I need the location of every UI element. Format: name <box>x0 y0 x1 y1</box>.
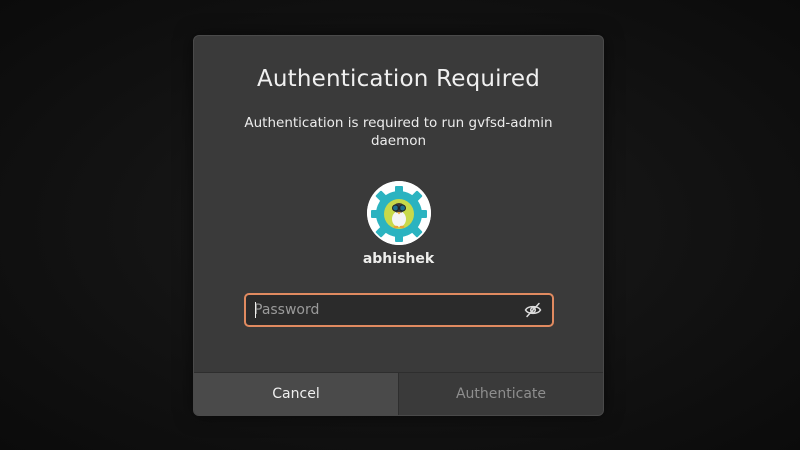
text-caret <box>255 302 256 318</box>
dialog-message: Authentication is required to run gvfsd-… <box>244 115 553 149</box>
dialog-button-bar: Cancel Authenticate <box>194 372 603 415</box>
password-input[interactable] <box>254 295 514 325</box>
user-avatar-gear-icon <box>367 181 431 245</box>
eye-slash-icon[interactable] <box>524 302 542 318</box>
avatar <box>367 181 431 245</box>
authentication-dialog: Authentication Required Authentication i… <box>193 35 604 416</box>
username-label: abhishek <box>362 251 435 267</box>
cancel-button[interactable]: Cancel <box>194 373 399 415</box>
dialog-title: Authentication Required <box>256 66 541 92</box>
password-field[interactable] <box>244 293 554 327</box>
authenticate-button[interactable]: Authenticate <box>399 373 603 415</box>
